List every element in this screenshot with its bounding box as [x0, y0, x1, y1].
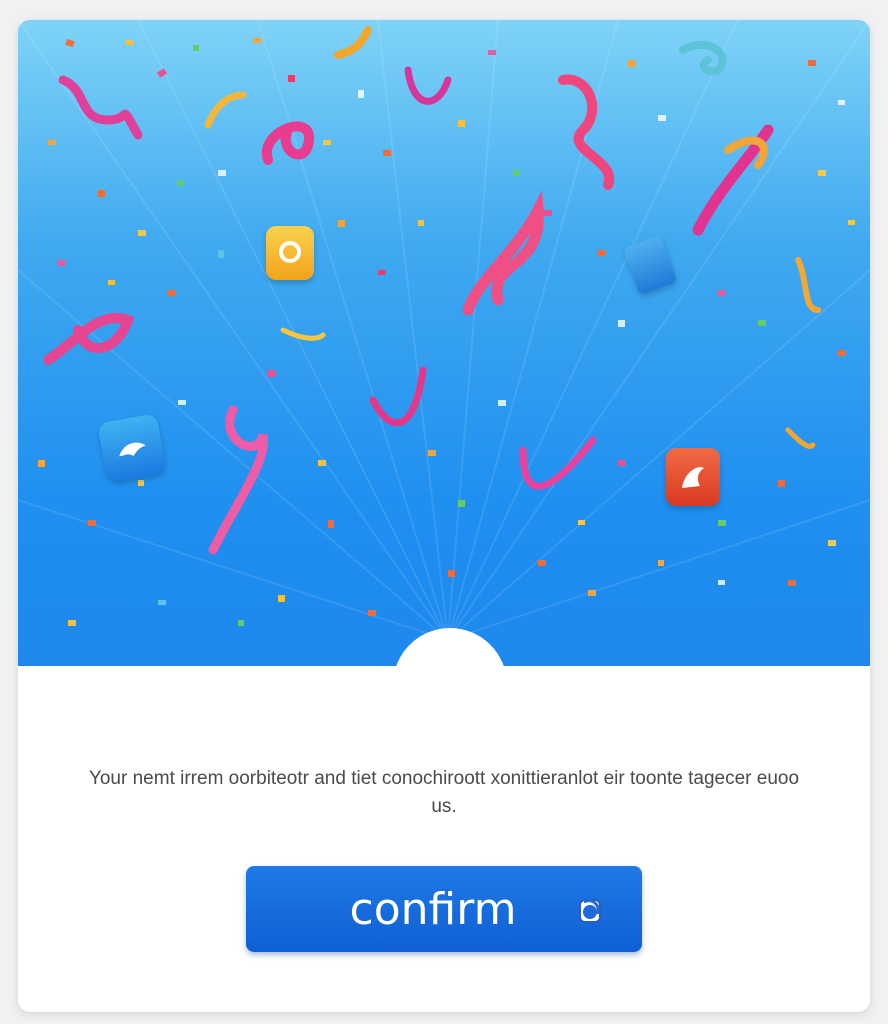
confetti-illustration: [18, 20, 870, 641]
dialog-message: Your nemt irrem oorbiteotr and tiet cono…: [88, 768, 800, 817]
chat-app-icon: [266, 226, 314, 280]
shark-app-icon: [666, 448, 720, 506]
copy-icon: [572, 892, 608, 928]
celebration-dialog: Your nemt irrem oorbiteotr and tiet cono…: [18, 20, 870, 1012]
confetti-hero: [18, 20, 870, 666]
confirm-button[interactable]: confirm: [246, 866, 642, 952]
confirm-button-label: confirm: [349, 883, 517, 935]
bird-app-icon: [97, 413, 167, 483]
